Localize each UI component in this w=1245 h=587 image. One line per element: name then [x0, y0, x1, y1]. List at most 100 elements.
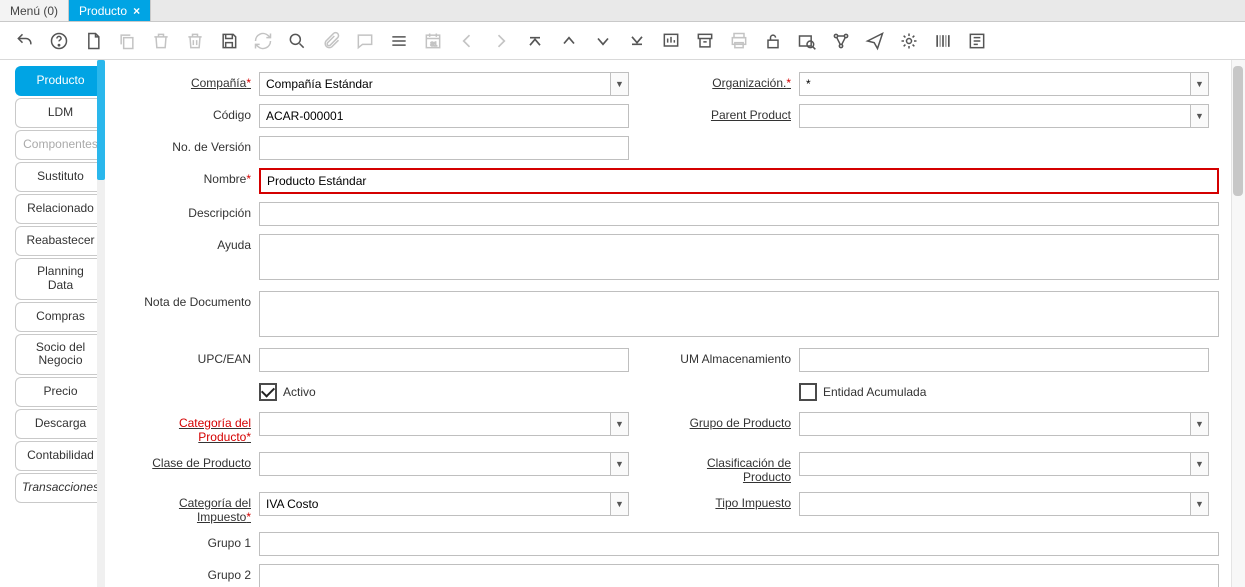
next-record-button[interactable] [488, 28, 514, 54]
report-button[interactable] [658, 28, 684, 54]
grupo1-input[interactable] [259, 532, 1219, 556]
tipo-impuesto-combo[interactable]: ▼ [799, 492, 1209, 516]
organizacion-combo[interactable]: ▼ [799, 72, 1209, 96]
categoria-impuesto-label: Categoría del Impuesto* [129, 492, 259, 524]
sidebar-tab-componentes[interactable]: Componentes [15, 130, 105, 160]
grupo-producto-combo[interactable]: ▼ [799, 412, 1209, 436]
parent-product-combo[interactable]: ▼ [799, 104, 1209, 128]
categoria-producto-input[interactable] [259, 412, 610, 436]
um-almacenamiento-label: UM Almacenamiento [669, 348, 799, 366]
attachment-button[interactable] [318, 28, 344, 54]
svg-text:31: 31 [431, 42, 437, 48]
main-toolbar: 31 [0, 22, 1245, 60]
clase-producto-input[interactable] [259, 452, 610, 476]
compania-combo[interactable]: ▼ [259, 72, 629, 96]
save-button[interactable] [216, 28, 242, 54]
down-button[interactable] [590, 28, 616, 54]
archive-button[interactable] [692, 28, 718, 54]
sidebar-tab-contabilidad[interactable]: Contabilidad [15, 441, 105, 471]
tipo-impuesto-input[interactable] [799, 492, 1190, 516]
categoria-impuesto-combo[interactable]: ▼ [259, 492, 629, 516]
delete-button[interactable] [148, 28, 174, 54]
dropdown-icon[interactable]: ▼ [1190, 452, 1209, 476]
descripcion-input[interactable] [259, 202, 1219, 226]
first-button[interactable] [522, 28, 548, 54]
up-button[interactable] [556, 28, 582, 54]
form-scroll-thumb[interactable] [1233, 66, 1243, 196]
ayuda-label: Ayuda [129, 234, 259, 252]
activo-label: Activo [283, 385, 316, 399]
help-button[interactable] [46, 28, 72, 54]
workflow-button[interactable] [828, 28, 854, 54]
dropdown-icon[interactable]: ▼ [610, 412, 629, 436]
prev-record-button[interactable] [454, 28, 480, 54]
dropdown-icon[interactable]: ▼ [610, 452, 629, 476]
zoom-button[interactable] [794, 28, 820, 54]
compania-input[interactable] [259, 72, 610, 96]
undo-button[interactable] [12, 28, 38, 54]
codigo-input[interactable] [259, 104, 629, 128]
clasificacion-producto-label: Clasificación de Producto [669, 452, 799, 484]
upc-ean-label: UPC/EAN [129, 348, 259, 366]
new-button[interactable] [80, 28, 106, 54]
process-button[interactable] [896, 28, 922, 54]
codigo-label: Código [129, 104, 259, 122]
grid-toggle-button[interactable] [386, 28, 412, 54]
sidebar-scrollbar[interactable] [97, 60, 105, 587]
sidebar-tab-relacionado[interactable]: Relacionado [15, 194, 105, 224]
delete-selection-button[interactable] [182, 28, 208, 54]
tipo-impuesto-label: Tipo Impuesto [669, 492, 799, 510]
chat-button[interactable] [352, 28, 378, 54]
ayuda-textarea[interactable] [259, 234, 1219, 280]
lock-button[interactable] [760, 28, 786, 54]
upc-ean-input[interactable] [259, 348, 629, 372]
send-button[interactable] [862, 28, 888, 54]
sidebar-tab-compras[interactable]: Compras [15, 302, 105, 332]
grupo2-input[interactable] [259, 564, 1219, 587]
activo-checkbox[interactable] [259, 383, 277, 401]
dropdown-icon[interactable]: ▼ [1190, 492, 1209, 516]
sidebar-tab-descarga[interactable]: Descarga [15, 409, 105, 439]
sidebar-scroll-thumb[interactable] [97, 60, 105, 180]
dropdown-icon[interactable]: ▼ [610, 492, 629, 516]
clasificacion-producto-input[interactable] [799, 452, 1190, 476]
sidebar-tab-transacciones[interactable]: Transacciones [15, 473, 105, 503]
entidad-acumulada-label: Entidad Acumulada [823, 385, 926, 399]
sidebar-tab-producto[interactable]: Producto [15, 66, 105, 96]
grupo-producto-input[interactable] [799, 412, 1190, 436]
window-tab-producto[interactable]: Producto × [69, 0, 151, 21]
nombre-input[interactable] [259, 168, 1219, 194]
close-icon[interactable]: × [133, 4, 140, 18]
categoria-producto-combo[interactable]: ▼ [259, 412, 629, 436]
form-scrollbar[interactable] [1231, 60, 1245, 587]
categoria-impuesto-input[interactable] [259, 492, 610, 516]
no-version-input[interactable] [259, 136, 629, 160]
dropdown-icon[interactable]: ▼ [1190, 412, 1209, 436]
entidad-acumulada-checkbox[interactable] [799, 383, 817, 401]
sidebar-tab-reabastecer[interactable]: Reabastecer [15, 226, 105, 256]
clase-producto-combo[interactable]: ▼ [259, 452, 629, 476]
search-button[interactable] [284, 28, 310, 54]
sidebar-tab-planning-data[interactable]: Planning Data [15, 258, 105, 300]
history-button[interactable]: 31 [420, 28, 446, 54]
print-button[interactable] [726, 28, 752, 54]
dropdown-icon[interactable]: ▼ [1190, 72, 1209, 96]
dropdown-icon[interactable]: ▼ [610, 72, 629, 96]
sidebar-tab-socio-negocio[interactable]: Socio del Negocio [15, 334, 105, 376]
refresh-button[interactable] [250, 28, 276, 54]
um-almacenamiento-input[interactable] [799, 348, 1209, 372]
info-button[interactable] [964, 28, 990, 54]
parent-product-input[interactable] [799, 104, 1190, 128]
sidebar-tab-ldm[interactable]: LDM [15, 98, 105, 128]
sidebar-tab-precio[interactable]: Precio [15, 377, 105, 407]
barcode-button[interactable] [930, 28, 956, 54]
last-button[interactable] [624, 28, 650, 54]
clasificacion-producto-combo[interactable]: ▼ [799, 452, 1209, 476]
form-scroll: Compañía* ▼ Organización.* ▼ [105, 60, 1227, 587]
dropdown-icon[interactable]: ▼ [1190, 104, 1209, 128]
sidebar-tab-sustituto[interactable]: Sustituto [15, 162, 105, 192]
copy-button[interactable] [114, 28, 140, 54]
window-tab-menu[interactable]: Menú (0) [0, 0, 69, 21]
nota-documento-textarea[interactable] [259, 291, 1219, 337]
organizacion-input[interactable] [799, 72, 1190, 96]
